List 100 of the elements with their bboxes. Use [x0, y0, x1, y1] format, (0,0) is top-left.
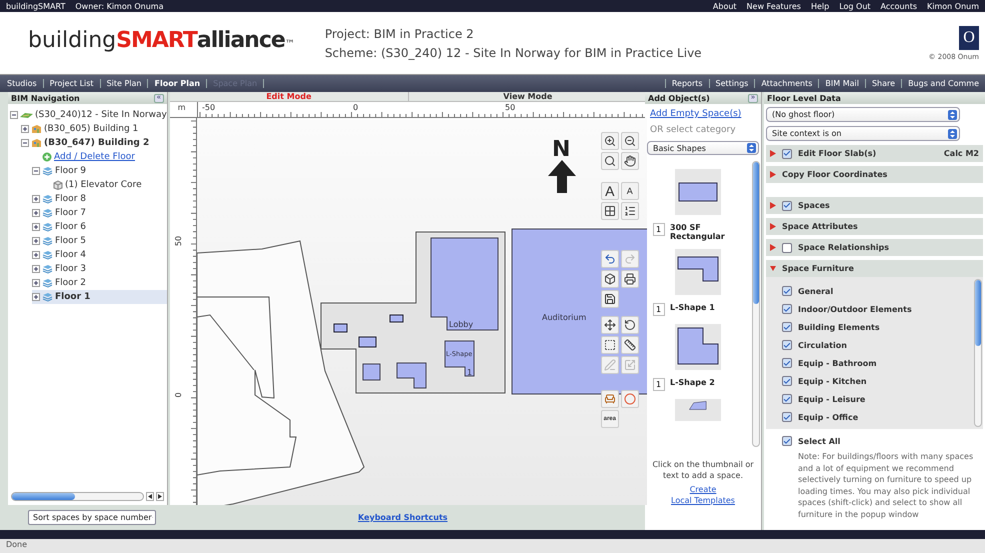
irregular-shape-thumbnail[interactable]: [675, 399, 721, 421]
checkbox[interactable]: [782, 436, 792, 446]
pan-button[interactable]: [620, 152, 639, 170]
top-bar-link[interactable]: Accounts: [880, 2, 917, 10]
quantity-field[interactable]: 1: [653, 303, 665, 316]
zoom-window-button[interactable]: [600, 152, 619, 170]
nav-link[interactable]: Attachments: [754, 79, 818, 88]
tree-item[interactable]: (S30_240)12 - Site In Norway: [10, 108, 167, 122]
ruler-button[interactable]: [620, 336, 639, 354]
expand-icon[interactable]: [32, 251, 40, 259]
collapse-icon[interactable]: [32, 167, 40, 175]
checkbox[interactable]: [782, 304, 792, 314]
checkbox[interactable]: [782, 376, 792, 386]
dropdown[interactable]: (No ghost floor): [766, 107, 960, 122]
sort-dropdown[interactable]: Sort spaces by space number: [28, 510, 156, 525]
tree-item[interactable]: Floor 3: [32, 262, 167, 276]
nav-tab[interactable]: Project List: [44, 79, 101, 88]
top-bar-link[interactable]: Kimon Onum: [927, 2, 979, 10]
checkbox[interactable]: [782, 322, 792, 332]
nav-link[interactable]: Share: [864, 79, 902, 88]
tree-item[interactable]: (B30_605) Building 1: [21, 122, 167, 136]
checkbox[interactable]: [782, 200, 792, 210]
section-header[interactable]: Space Attributes: [766, 218, 983, 235]
expand-icon[interactable]: [32, 195, 40, 203]
top-bar-link[interactable]: New Features: [746, 2, 801, 10]
expand-icon[interactable]: [32, 279, 40, 287]
expand-icon[interactable]: [21, 125, 29, 133]
template-link[interactable]: Local Templates: [671, 495, 735, 506]
move-button[interactable]: [600, 316, 619, 334]
checkbox[interactable]: [782, 358, 792, 368]
expand-icon[interactable]: [32, 223, 40, 231]
circle-button[interactable]: [620, 390, 639, 408]
shape-name[interactable]: 300 SF Rectangular: [670, 223, 743, 241]
l-shape-thumbnail[interactable]: [675, 324, 721, 370]
scrollbar[interactable]: [11, 492, 144, 500]
nav-tab[interactable]: Studios: [1, 79, 44, 88]
shape-name[interactable]: L-Shape 2: [670, 378, 715, 387]
quantity-field[interactable]: 1: [653, 223, 665, 236]
scrollbar[interactable]: [973, 277, 983, 429]
section-header[interactable]: Space Furniture: [766, 260, 983, 277]
calc-label[interactable]: Calc M2: [944, 149, 979, 158]
cube-button[interactable]: [600, 270, 619, 288]
section-header[interactable]: Spaces: [766, 197, 983, 214]
l-shape-thumbnail[interactable]: [675, 249, 721, 295]
auto-button[interactable]: [600, 202, 619, 220]
expand-icon[interactable]: [32, 209, 40, 217]
checkbox[interactable]: [782, 286, 792, 296]
nav-tab[interactable]: Floor Plan: [148, 79, 208, 88]
tree-item[interactable]: Floor 2: [32, 276, 167, 290]
numbering-button[interactable]: [620, 202, 639, 220]
shape-name[interactable]: L-Shape 1: [670, 303, 715, 312]
expand-icon[interactable]: [32, 265, 40, 273]
rectangle-thumbnail[interactable]: [675, 169, 721, 215]
zoom-in-button[interactable]: [600, 132, 619, 150]
scroll-right-button[interactable]: [156, 492, 164, 500]
tree-item[interactable]: Floor 5: [32, 234, 167, 248]
smaller-text-button[interactable]: A: [620, 182, 639, 200]
save-button[interactable]: [600, 290, 619, 308]
dropdown[interactable]: Site context is on: [766, 126, 960, 141]
nav-tab[interactable]: Site Plan: [100, 79, 148, 88]
expand-icon[interactable]: [32, 237, 40, 245]
collapse-icon[interactable]: [10, 111, 18, 119]
nav-link[interactable]: BIM Mail: [818, 79, 865, 88]
section-header[interactable]: Copy Floor Coordinates: [766, 166, 983, 183]
template-link[interactable]: Create: [690, 484, 716, 495]
section-header[interactable]: Space Relationships: [766, 239, 983, 256]
top-bar-link[interactable]: Log Out: [839, 2, 871, 10]
collapse-icon[interactable]: [21, 139, 29, 147]
section-header[interactable]: Edit Floor Slab(s) Calc M2: [766, 145, 983, 162]
scrollbar[interactable]: [751, 159, 761, 449]
top-bar-link[interactable]: Help: [810, 2, 830, 10]
tree-item[interactable]: Floor 6: [32, 220, 167, 234]
add-empty-space-link[interactable]: Add Empty Space(s): [650, 109, 759, 119]
tree-item[interactable]: Floor 7: [32, 206, 167, 220]
checkbox[interactable]: [782, 242, 792, 252]
checkbox[interactable]: [782, 340, 792, 350]
print-button[interactable]: [620, 270, 639, 288]
zoom-out-button[interactable]: [620, 132, 639, 150]
tree-item[interactable]: (B30_647) Building 2: [21, 136, 167, 150]
mode-tab[interactable]: Edit Mode: [170, 92, 409, 101]
tree-item[interactable]: Floor 9: [32, 164, 167, 178]
add-floor-link[interactable]: Add / Delete Floor: [54, 152, 135, 162]
larger-text-button[interactable]: A: [600, 182, 619, 200]
furniture-button[interactable]: [600, 390, 619, 408]
expand-icon[interactable]: [32, 293, 40, 301]
nav-link[interactable]: Reports: [664, 79, 709, 88]
checkbox[interactable]: [782, 148, 792, 158]
tree-item[interactable]: Floor 1: [32, 290, 167, 304]
category-dropdown[interactable]: Basic Shapes: [647, 141, 759, 155]
quantity-field[interactable]: 1: [653, 378, 665, 391]
rotate-button[interactable]: [620, 316, 639, 334]
tree-item[interactable]: Floor 4: [32, 248, 167, 262]
top-bar-link[interactable]: About: [712, 2, 737, 10]
scroll-left-button[interactable]: [146, 492, 154, 500]
checkbox[interactable]: [782, 394, 792, 404]
nav-link[interactable]: Settings: [708, 79, 754, 88]
nav-link[interactable]: Bugs and Comme: [901, 79, 985, 88]
tree-item[interactable]: Floor 8: [32, 192, 167, 206]
checkbox[interactable]: [782, 412, 792, 422]
undo-button[interactable]: [600, 250, 619, 268]
